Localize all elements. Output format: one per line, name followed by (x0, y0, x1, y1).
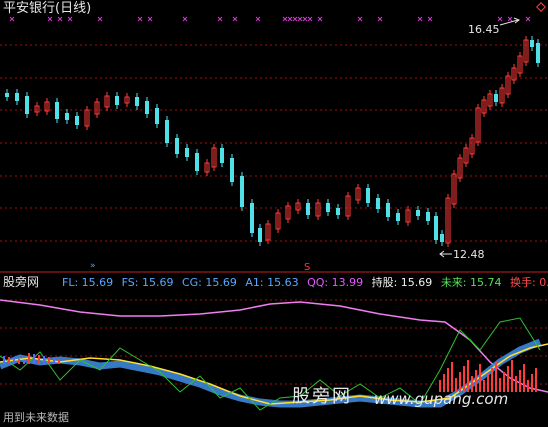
candle-body (135, 97, 139, 106)
qq-value: QQ: 13.99 (307, 276, 364, 289)
chevron-right-icon: » (90, 261, 96, 271)
candle-body (65, 113, 69, 120)
candle-body (536, 43, 540, 63)
a1-value: A1: 15.63 (245, 276, 299, 289)
candle-body (240, 176, 244, 207)
s-signal-icon: S (304, 262, 310, 273)
candle-body (416, 210, 420, 216)
hold-value: 持股: 15.69 (371, 276, 433, 289)
candlestick-series (5, 36, 540, 247)
high-price-label: 16.45 (468, 23, 500, 36)
indicator-name: 股旁网 (3, 275, 40, 289)
future-value: 未来: 15.74 (440, 276, 502, 289)
candle-body (195, 153, 199, 171)
footer-note: 用到未来数据 (3, 411, 69, 424)
price-grid (0, 44, 548, 385)
fs-value: FS: 15.69 (121, 276, 174, 289)
indicator-values-row: FL: 15.69 FS: 15.69 CG: 15.69 A1: 15.63 … (62, 277, 548, 288)
candle-body (75, 116, 79, 125)
candle-body (175, 138, 179, 154)
candle-body (165, 120, 169, 143)
candle-body (440, 234, 444, 242)
candle-body (376, 198, 380, 209)
candle-body (336, 208, 340, 215)
candle-body (55, 102, 59, 119)
candle-body (494, 94, 498, 102)
candle-body (15, 93, 19, 101)
candle-body (155, 108, 159, 124)
candle-body (386, 203, 390, 217)
fl-value: FL: 15.69 (62, 276, 114, 289)
watermark-brand: 股旁网 (292, 386, 352, 407)
candle-body (530, 40, 534, 47)
candle-body (25, 96, 29, 114)
qq-line (0, 299, 548, 393)
low-arrow (439, 250, 452, 258)
candle-body (185, 148, 189, 157)
low-price-label: 12.48 (453, 248, 485, 261)
cg-value: CG: 15.69 (181, 276, 237, 289)
candle-body (326, 203, 330, 212)
candle-body (5, 93, 9, 97)
candle-body (145, 101, 149, 114)
stock-chart[interactable]: » S (0, 0, 548, 427)
candle-body (115, 96, 119, 105)
candle-body (258, 228, 262, 242)
candle-body (250, 203, 254, 233)
candle-body (396, 213, 400, 221)
candle-body (426, 212, 430, 221)
candle-body (220, 148, 224, 163)
candle-body (434, 216, 438, 240)
candle-body (306, 203, 310, 215)
corner-diamond-icon[interactable] (536, 2, 546, 12)
swap-value: 换手: 0.81 (510, 276, 548, 289)
signal-markers-row (9, 16, 531, 22)
candle-body (230, 158, 234, 182)
chart-title: 平安银行(日线) (3, 1, 92, 16)
watermark-url: www.gupang.com (374, 390, 509, 408)
candle-body (366, 188, 370, 203)
